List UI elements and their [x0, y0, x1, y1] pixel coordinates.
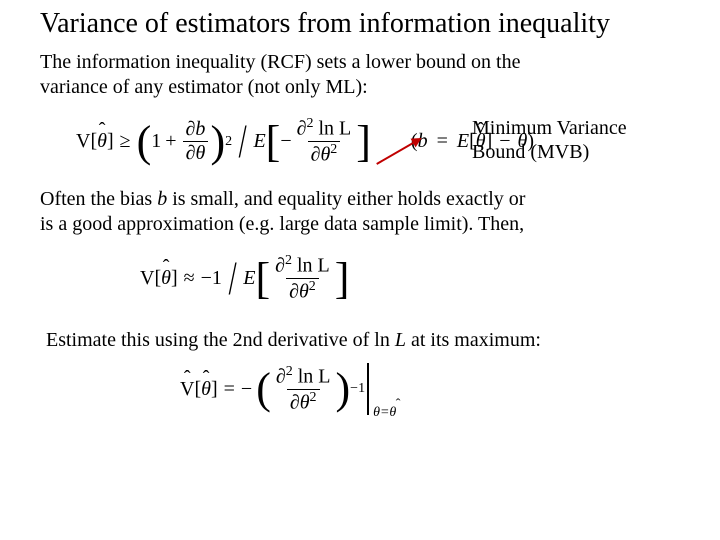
- equation-estimate: V [θ] = − ( ∂2 ln L ∂θ2 )−1 θ=θ: [180, 363, 680, 415]
- eq2-E: E: [243, 267, 255, 290]
- eval-bar-icon: θ=θ: [367, 363, 369, 415]
- mvb-line1: Minimum Variance: [472, 117, 627, 139]
- eq3-lnL: ln L: [298, 366, 331, 388]
- eq3-partial: ∂: [276, 366, 286, 388]
- p2-d: is a good approximation (e.g. large data…: [40, 213, 524, 235]
- eq2-lnL: ln L: [297, 255, 330, 277]
- eq3-inv: −1: [350, 381, 365, 397]
- eq1-db: ∂b: [186, 118, 206, 140]
- intro-paragraph: The information inequality (RCF) sets a …: [40, 50, 680, 100]
- p3-a: Estimate this using the 2nd derivative o…: [46, 329, 395, 351]
- p3-c: at its maximum:: [406, 329, 541, 351]
- mvb-line2: Bound (MVB): [472, 141, 589, 163]
- eq1-minus: −: [280, 130, 291, 153]
- intro-line1: The information inequality (RCF) sets a …: [40, 51, 520, 73]
- eq2-dth2: ∂θ: [289, 281, 309, 303]
- slide-title: Variance of estimators from information …: [40, 8, 680, 40]
- eq1-E: E: [253, 130, 265, 153]
- p3-L-italic: L: [395, 329, 406, 351]
- eq2-V: V: [140, 267, 154, 290]
- eq2-theta-hat: θ: [161, 267, 171, 290]
- eq1-ge: ≥: [120, 130, 131, 153]
- p2-b-italic: b: [157, 188, 167, 210]
- eq3-Vhat: V: [180, 378, 194, 401]
- eq1-partial: ∂: [297, 118, 307, 140]
- estimate-paragraph: Estimate this using the 2nd derivative o…: [46, 328, 680, 353]
- eq2-approx: ≈: [184, 267, 195, 290]
- eq3-dth2: ∂θ: [290, 391, 310, 413]
- eq1-V: V: [76, 130, 90, 153]
- eq1-sq: 2: [225, 134, 232, 150]
- eq3-theta-hat: θ: [201, 378, 211, 401]
- eq2-partial: ∂: [275, 255, 285, 277]
- eq2-m1: −1: [201, 267, 222, 290]
- p2-a: Often the bias: [40, 188, 157, 210]
- eq1-one: 1: [151, 130, 161, 153]
- eq1-dth2: ∂θ: [311, 144, 331, 166]
- eq3-eq: =: [224, 378, 235, 401]
- eq3-sub: θ=θ: [373, 405, 396, 420]
- eq1-plus: +: [165, 130, 176, 153]
- eq1-lnL: ln L: [318, 118, 351, 140]
- bias-paragraph: Often the bias b is small, and equality …: [40, 187, 680, 237]
- p2-c: is small, and equality either holds exac…: [167, 188, 525, 210]
- intro-line2: variance of any estimator (not only ML):: [40, 76, 368, 98]
- eq1-theta-hat: θ: [97, 130, 107, 153]
- mvb-annotation: Minimum Variance Bound (MVB): [472, 116, 627, 164]
- equation-approx: V [θ] ≈ −1 / E [ ∂2 ln L ∂θ2 ]: [140, 251, 680, 306]
- eq3-minus: −: [241, 378, 252, 401]
- eq1-dth: ∂θ: [186, 142, 206, 164]
